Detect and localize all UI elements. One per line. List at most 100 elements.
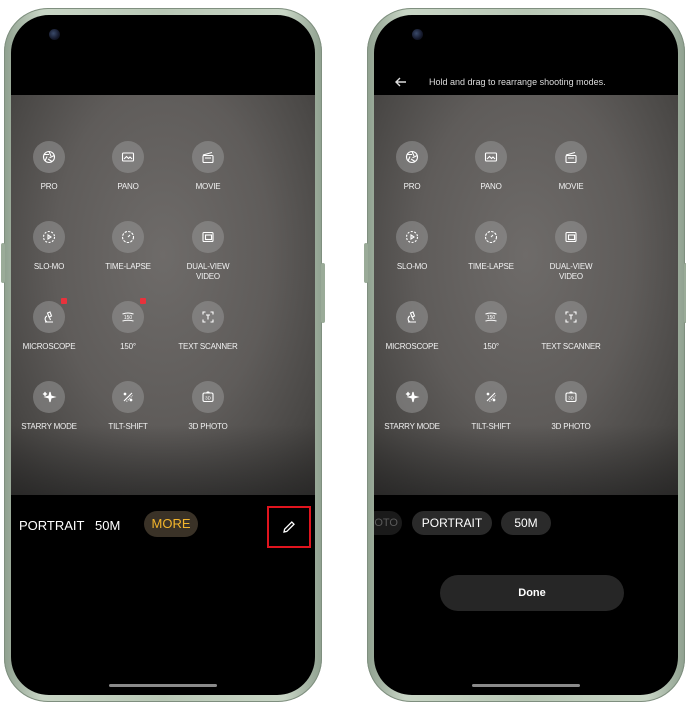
mode-item[interactable]: PRO	[11, 141, 94, 192]
mode-label: MICROSCOPE	[385, 342, 439, 351]
screen-right: Hold and drag to rearrange shooting mode…	[374, 15, 678, 695]
mode-label: SLO-MO	[33, 262, 65, 271]
mode-label: DUAL-VIEW VIDEO	[549, 262, 593, 281]
mode-item[interactable]: PANO	[83, 141, 173, 192]
text-scan-icon	[555, 301, 587, 333]
svg-text:150: 150	[124, 315, 133, 321]
mode-item[interactable]: MICROSCOPE	[374, 301, 457, 352]
panorama-icon	[112, 141, 144, 173]
aperture-icon	[33, 141, 65, 173]
back-arrow-icon[interactable]	[394, 75, 408, 89]
slow-motion-icon	[396, 221, 428, 253]
mode-label: 3D PHOTO	[551, 422, 591, 431]
mode-item[interactable]: 3D 3D PHOTO	[526, 381, 616, 432]
mode-label: TEXT SCANNER	[541, 342, 601, 351]
new-badge	[61, 298, 67, 304]
mode-50m[interactable]: 50M	[95, 518, 120, 533]
screen-left: PRO PANO MOVIE SLO-MO TIME-LAPSE DUAL-VIEW VID…	[11, 15, 315, 695]
aperture-icon	[396, 141, 428, 173]
mode-label: TILT-SHIFT	[471, 422, 511, 431]
mode-item[interactable]: TEXT SCANNER	[526, 301, 616, 352]
mode-item[interactable]: DUAL-VIEW VIDEO	[163, 221, 253, 282]
mode-label: TEXT SCANNER	[178, 342, 238, 351]
edit-modes-button[interactable]	[267, 506, 311, 548]
mode-item[interactable]: STARRY MODE	[374, 381, 457, 432]
mode-item[interactable]: TILT-SHIFT	[446, 381, 536, 432]
rearrange-hint: Hold and drag to rearrange shooting mode…	[429, 77, 606, 87]
mode-more-button[interactable]: MORE	[144, 511, 198, 537]
mode-item[interactable]: TILT-SHIFT	[83, 381, 173, 432]
mode-item[interactable]: TIME-LAPSE	[83, 221, 173, 272]
mode-item[interactable]: 3D 3D PHOTO	[163, 381, 253, 432]
mode-label: MOVIE	[195, 182, 221, 191]
volume-button	[364, 243, 368, 283]
mode-item[interactable]: SLO-MO	[11, 221, 94, 272]
pencil-icon	[283, 521, 295, 533]
mode-item[interactable]: PRO	[374, 141, 457, 192]
mode-photo-faded[interactable]: OTO	[374, 511, 402, 535]
mode-item[interactable]: MOVIE	[163, 141, 253, 192]
mode-portrait[interactable]: PORTRAIT	[412, 511, 492, 535]
timer-icon	[112, 221, 144, 253]
new-badge	[140, 298, 146, 304]
front-camera-icon	[412, 29, 423, 40]
phone-left: PRO PANO MOVIE SLO-MO TIME-LAPSE DUAL-VIEW VID…	[1, 8, 325, 702]
sparkle-icon	[33, 381, 65, 413]
mode-item[interactable]: STARRY MODE	[11, 381, 94, 432]
viewfinder: PRO PANO MOVIE SLO-MO TIME-LAPSE DUAL-VIEW VID…	[11, 95, 315, 495]
tilt-shift-icon	[475, 381, 507, 413]
wide-angle-icon: 150	[112, 298, 146, 333]
mode-label: 3D PHOTO	[188, 422, 228, 431]
mode-portrait[interactable]: PORTRAIT	[19, 518, 85, 533]
text-scan-icon	[192, 301, 224, 333]
mode-label: DUAL-VIEW VIDEO	[186, 262, 230, 281]
front-camera-icon	[49, 29, 60, 40]
mode-item[interactable]: TEXT SCANNER	[163, 301, 253, 352]
phone-right: Hold and drag to rearrange shooting mode…	[364, 8, 686, 702]
mode-label: PANO	[480, 182, 502, 191]
rearrange-header: Hold and drag to rearrange shooting mode…	[374, 73, 678, 93]
mode-item[interactable]: DUAL-VIEW VIDEO	[526, 221, 616, 282]
tilt-shift-icon	[112, 381, 144, 413]
mode-item[interactable]: MOVIE	[526, 141, 616, 192]
viewfinder: PRO PANO MOVIE SLO-MO TIME-LAPSE DUAL-VIEW VID…	[374, 95, 678, 495]
clapperboard-icon	[555, 141, 587, 173]
mode-label: PANO	[117, 182, 139, 191]
mode-item[interactable]: PANO	[446, 141, 536, 192]
mode-item[interactable]: MICROSCOPE	[11, 298, 94, 352]
mode-50m[interactable]: 50M	[501, 511, 551, 535]
mode-item[interactable]: 150 150°	[83, 298, 173, 352]
microscope-icon	[33, 298, 67, 333]
mode-label: SLO-MO	[396, 262, 428, 271]
mode-label: MOVIE	[558, 182, 584, 191]
sparkle-icon	[396, 381, 428, 413]
mode-item[interactable]: 150 150°	[446, 301, 536, 352]
volume-button	[1, 243, 5, 283]
power-button	[321, 263, 325, 323]
panorama-icon	[475, 141, 507, 173]
dual-view-icon	[192, 221, 224, 253]
mode-item[interactable]: TIME-LAPSE	[446, 221, 536, 272]
home-indicator[interactable]	[472, 684, 580, 687]
mode-switcher-bar: PORTRAIT 50M MORE	[11, 495, 315, 575]
done-button[interactable]: Done	[440, 575, 624, 611]
slow-motion-icon	[33, 221, 65, 253]
mode-label: STARRY MODE	[384, 422, 440, 431]
mode-label: 150°	[120, 342, 136, 351]
mode-item[interactable]: SLO-MO	[374, 221, 457, 272]
wide-angle-icon: 150	[475, 301, 507, 333]
mode-label: PRO	[40, 182, 58, 191]
mode-label: TIME-LAPSE	[468, 262, 514, 271]
mode-label: STARRY MODE	[21, 422, 77, 431]
mode-switcher-bar: OTO PORTRAIT 50M	[374, 495, 678, 575]
timer-icon	[475, 221, 507, 253]
mode-label: MICROSCOPE	[22, 342, 76, 351]
svg-text:150: 150	[487, 315, 496, 321]
svg-text:3D: 3D	[205, 396, 212, 401]
clapperboard-icon	[192, 141, 224, 173]
mode-label: TIME-LAPSE	[105, 262, 151, 271]
mode-label: PRO	[403, 182, 421, 191]
svg-text:3D: 3D	[568, 396, 575, 401]
microscope-icon	[396, 301, 428, 333]
home-indicator[interactable]	[109, 684, 217, 687]
